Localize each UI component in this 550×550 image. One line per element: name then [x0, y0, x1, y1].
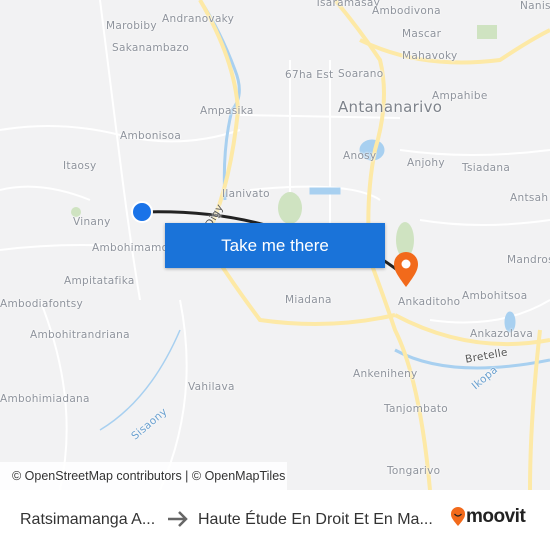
place-label: Anjohy — [407, 157, 445, 169]
place-label: Ampitatafika — [64, 275, 135, 287]
place-label: Miadana — [285, 294, 332, 306]
take-me-there-button[interactable]: Take me there — [165, 223, 385, 268]
place-label: Ankeniheny — [353, 368, 418, 380]
destination-name: Haute Étude En Droit Et En Ma... — [198, 511, 433, 528]
place-label: Ambonisoa — [120, 130, 182, 142]
place-label: Andranovaky — [162, 13, 235, 25]
place-label: Tongarivo — [387, 465, 441, 477]
origin-marker[interactable] — [131, 201, 153, 223]
route-footer: Ratsimamanga A... Haute Étude En Droit E… — [0, 490, 550, 550]
origin-name: Ratsimamanga A... — [20, 511, 156, 528]
place-label: Vinany — [73, 216, 111, 228]
place-label: Tanjombato — [384, 403, 448, 415]
place-label: Antsah — [510, 192, 549, 204]
place-label: Ambodivona — [372, 5, 441, 17]
place-label: Ambodiafontsy — [0, 298, 83, 310]
moovit-logo[interactable]: moovit — [450, 506, 526, 528]
place-label: Nanis — [520, 0, 550, 12]
moovit-pin-icon — [451, 507, 465, 526]
place-label: Sakanambazo — [112, 42, 190, 54]
place-label: Vahilava — [188, 381, 235, 393]
place-label: Ambohitsoa — [462, 290, 528, 302]
place-label: 67ha Est — [285, 69, 334, 81]
place-label: Itaosy — [63, 160, 97, 172]
place-label: Ankaditoho — [398, 296, 461, 308]
destination-pin-icon[interactable] — [394, 252, 418, 287]
map-attribution[interactable]: © OpenStreetMap contributors | © OpenMap… — [0, 462, 287, 490]
place-label: Ampasika — [200, 105, 254, 117]
place-label: Ambohimamo — [92, 242, 169, 254]
place-label: Ambohitrandriana — [30, 329, 130, 341]
place-label: Marobiby — [106, 20, 157, 32]
place-label: Ambohimiadana — [0, 393, 90, 405]
place-label: Anosy — [343, 150, 377, 162]
map[interactable]: Tsaramasay Ambodivona Nanis Marobiby Andrano… — [0, 0, 550, 490]
place-label: Ankazolava — [470, 328, 534, 340]
place-label: Soarano — [338, 68, 384, 80]
place-label: Antananarivo — [338, 98, 443, 116]
place-label: Tsiadana — [462, 162, 511, 174]
place-label: Tsaramasay — [315, 0, 381, 9]
place-label: Mascar — [402, 28, 442, 40]
place-label: Mandros — [507, 254, 550, 266]
arrow-right-icon — [168, 511, 188, 527]
place-label: Ilanivato — [222, 188, 270, 200]
place-label: Mahavoky — [402, 50, 458, 62]
